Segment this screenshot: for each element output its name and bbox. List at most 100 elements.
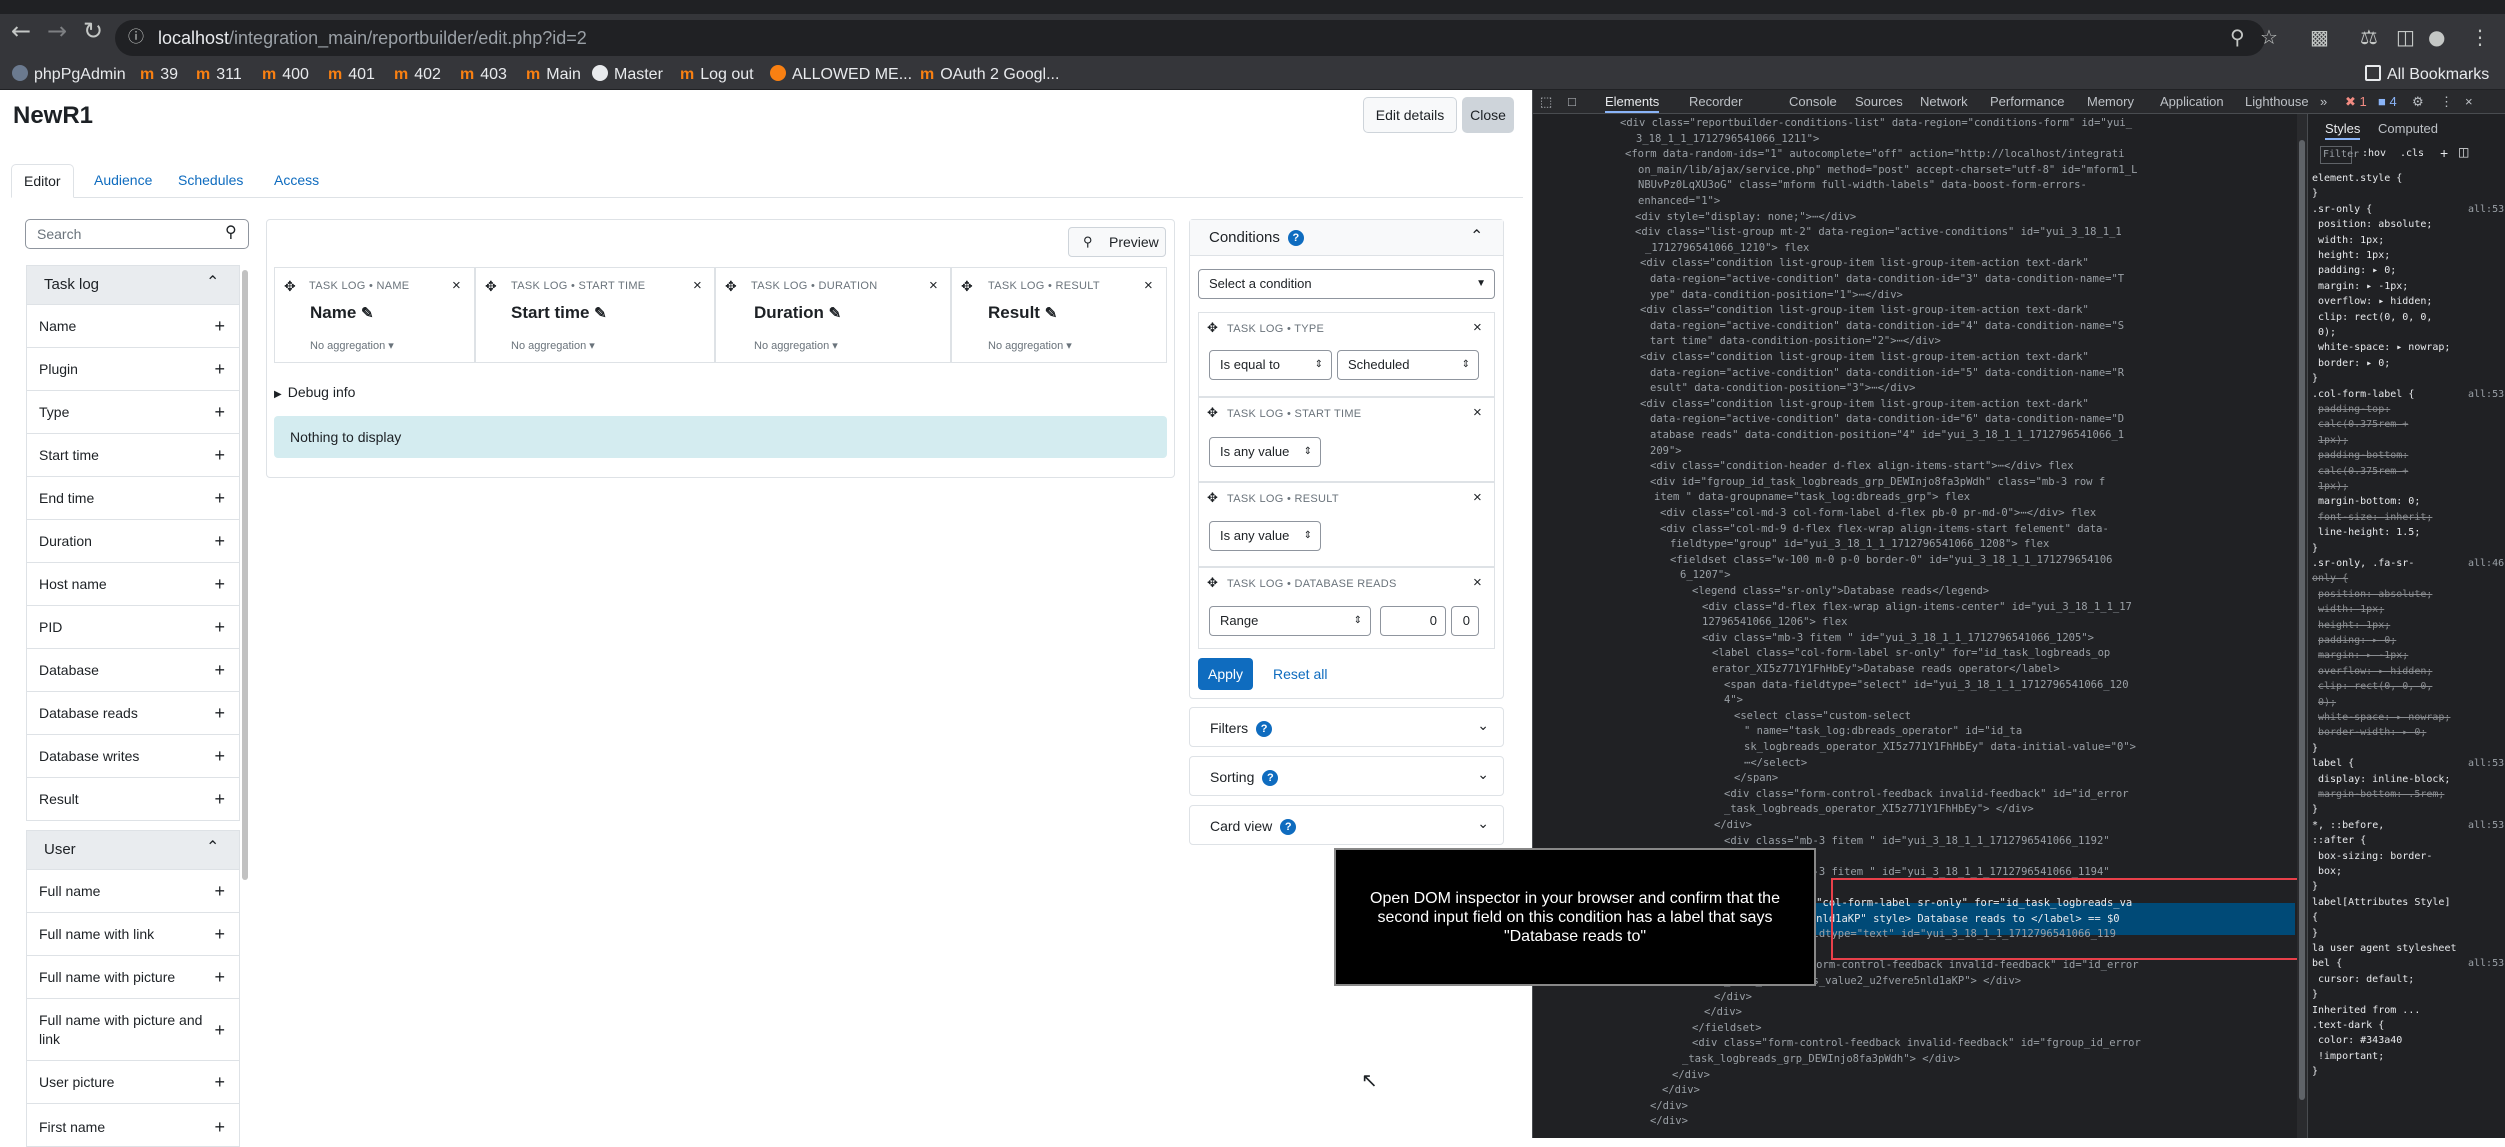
database-reads-from-input[interactable]: 0 xyxy=(1380,606,1446,636)
move-icon[interactable]: ✥ xyxy=(1207,405,1218,421)
column-title[interactable]: Duration ✎ xyxy=(754,303,841,323)
reset-all-link[interactable]: Reset all xyxy=(1273,665,1327,683)
dom-tree-line[interactable]: 3_18_1_1_1712796541066_1211"> xyxy=(1636,132,1819,147)
style-rule-line[interactable]: padding-bottom: xyxy=(2318,449,2408,463)
style-rule-line[interactable]: width: 1px; xyxy=(2318,603,2384,617)
elements-scrollbar-thumb[interactable] xyxy=(2299,140,2305,1100)
dom-tree-line[interactable]: <div class="form-control-feedback invali… xyxy=(1692,1036,2141,1051)
dom-tree-line[interactable]: on_main/lib/ajax/service.php" method="po… xyxy=(1638,163,2137,178)
style-rule-line[interactable]: label[Attributes Style] xyxy=(2312,896,2450,910)
style-rule-line[interactable]: label { xyxy=(2312,757,2354,771)
style-source-link[interactable]: all:46 xyxy=(2468,557,2504,571)
plus-icon[interactable]: + xyxy=(214,790,225,808)
styles-tab[interactable]: Styles xyxy=(2325,118,2361,140)
close-icon[interactable]: × xyxy=(1473,319,1482,336)
dom-tree-line[interactable]: esult" data-condition-position="3">⋯</di… xyxy=(1650,381,1916,396)
condition-operator-select[interactable]: Is any value ⇕ xyxy=(1209,437,1321,467)
aggregation-select[interactable]: No aggregation ▾ xyxy=(988,339,1072,352)
dom-tree-line[interactable]: <div class="col-md-3 col-form-label d-fl… xyxy=(1660,506,2096,521)
bookmark-phppgadmin[interactable]: phpPgAdmin xyxy=(12,60,126,90)
style-rule-line[interactable]: position: absolute; xyxy=(2318,218,2432,232)
devtools-tab-lighthouse[interactable]: Lighthouse xyxy=(2245,91,2309,113)
dom-tree-line[interactable]: <label class="col-form-label sr-only" fo… xyxy=(1712,646,2110,661)
condition-operator-select[interactable]: Is any value ⇕ xyxy=(1209,521,1321,551)
style-rule-line[interactable]: .text-dark { xyxy=(2312,1019,2384,1033)
style-rule-line[interactable]: ::after { xyxy=(2312,834,2366,848)
tab-audience[interactable]: Audience xyxy=(82,164,164,198)
style-rule-line[interactable]: calc(0.375rem + xyxy=(2318,418,2408,432)
sidebar-item-database[interactable]: Database + xyxy=(26,649,240,692)
dom-tree-line[interactable]: <div style="display: none;">⋯</div> xyxy=(1635,210,1856,225)
database-reads-to-input[interactable]: 0 xyxy=(1451,606,1479,636)
style-rule-line[interactable]: margin-bottom: .5rem; xyxy=(2318,788,2444,802)
column-title[interactable]: Name ✎ xyxy=(310,303,374,323)
plus-icon[interactable]: + xyxy=(214,925,225,943)
chevron-up-icon[interactable]: ⌃ xyxy=(1470,226,1483,246)
error-count-badge[interactable]: ✖ 1 xyxy=(2345,91,2367,113)
style-rule-line[interactable]: padding-top: xyxy=(2318,403,2390,417)
dom-tree-line[interactable]: <div class="mb-3 fitem " id="yui_3_18_1_… xyxy=(1702,631,2094,646)
sidebar-item-full-name-link[interactable]: Full name with link + xyxy=(26,913,240,956)
url-text[interactable]: localhost/integration_main/reportbuilder… xyxy=(158,24,587,52)
dom-tree-line[interactable]: 12796541066_1206"> flex xyxy=(1702,615,1847,630)
style-rule-line[interactable]: overflow: ▸ hidden; xyxy=(2318,665,2432,679)
chevron-up-icon[interactable]: ⌃ xyxy=(206,838,219,858)
extensions-icon[interactable]: ▩ xyxy=(2310,22,2329,52)
style-rule-line[interactable]: box-sizing: border- xyxy=(2318,850,2432,864)
filters-accordion[interactable]: Filters? ⌄ xyxy=(1189,707,1504,747)
dom-tree-line[interactable]: sk_logbreads_operator_XI5z771Y1FhHbEy" d… xyxy=(1744,740,2136,755)
style-rule-line[interactable]: overflow: ▸ hidden; xyxy=(2318,295,2432,309)
sidebar-item-database-reads[interactable]: Database reads + xyxy=(26,692,240,735)
more-tabs-icon[interactable]: » xyxy=(2320,91,2327,113)
computed-tab[interactable]: Computed xyxy=(2378,118,2438,140)
bookmark-logout[interactable]: m Log out xyxy=(680,60,754,90)
move-icon[interactable]: ✥ xyxy=(1207,490,1218,506)
style-source-link[interactable]: all:53 xyxy=(2468,957,2504,971)
condition-operator-select[interactable]: Range ⇕ xyxy=(1209,606,1371,636)
style-source-link[interactable]: all:53 xyxy=(2468,819,2504,833)
dom-tree-line[interactable]: <fieldset class="w-100 m-0 p-0 border-0"… xyxy=(1670,553,2113,568)
style-rule-line[interactable]: cursor: default; xyxy=(2318,973,2414,987)
style-rule-line[interactable]: } xyxy=(2312,803,2318,817)
dom-tree-line[interactable]: ⋯</select> xyxy=(1744,756,1807,771)
dom-tree-line[interactable]: <div class="condition list-group-item li… xyxy=(1640,350,2089,365)
style-rule-line[interactable]: color: #343a40 xyxy=(2318,1034,2402,1048)
dom-tree-line[interactable]: <form data-random-ids="1" autocomplete="… xyxy=(1625,147,2124,162)
style-rule-line[interactable]: only { xyxy=(2312,572,2348,586)
dom-tree-line[interactable]: </fieldset> xyxy=(1692,1021,1762,1036)
reload-icon[interactable]: ↻ xyxy=(78,16,108,46)
profile-icon[interactable]: ● xyxy=(2428,22,2445,52)
condition-select[interactable]: Select a condition ▼ xyxy=(1198,269,1495,299)
forward-icon[interactable]: → xyxy=(42,16,72,46)
sidebar-item-user-picture[interactable]: User picture + xyxy=(26,1061,240,1104)
help-icon[interactable]: ? xyxy=(1262,770,1279,786)
side-panel-icon[interactable]: ◫ xyxy=(2396,22,2415,52)
style-rule-line[interactable]: } xyxy=(2312,880,2318,894)
device-toolbar-icon[interactable]: □ xyxy=(1568,91,1576,113)
edit-details-button[interactable]: Edit details xyxy=(1363,97,1457,133)
dom-tree-line[interactable]: data-region="active-condition" data-cond… xyxy=(1650,319,2124,334)
style-rule-line[interactable]: border-width: ▸ 0; xyxy=(2318,726,2426,740)
debug-info-toggle[interactable]: ▶ Debug info xyxy=(274,383,355,404)
sidebar-item-host-name[interactable]: Host name + xyxy=(26,563,240,606)
dom-tree-line[interactable]: <div class="mb-3 fitem " id="yui_3_18_1_… xyxy=(1724,834,2110,849)
style-rule-line[interactable]: } xyxy=(2312,1065,2318,1079)
dom-tree-line[interactable]: ype" data-condition-position="1">⋯</div> xyxy=(1650,288,1903,303)
aggregation-select[interactable]: No aggregation ▾ xyxy=(754,339,838,352)
style-rule-line[interactable]: 0); xyxy=(2318,696,2336,710)
sidebar-item-pid[interactable]: PID + xyxy=(26,606,240,649)
add-rule-icon[interactable]: + xyxy=(2440,145,2448,161)
plus-icon[interactable]: + xyxy=(214,575,225,593)
style-rule-line[interactable]: margin: ▸ -1px; xyxy=(2318,649,2408,663)
pencil-icon[interactable]: ✎ xyxy=(1045,305,1058,322)
bookmark-311[interactable]: m 311 xyxy=(196,60,242,90)
menu-icon[interactable]: ⋮ xyxy=(2470,22,2490,52)
style-rule-line[interactable]: *, ::before, xyxy=(2312,819,2384,833)
bookmark-39[interactable]: m 39 xyxy=(140,60,178,90)
dom-tree-line[interactable]: atabase reads" data-condition-position="… xyxy=(1650,428,2124,443)
plus-icon[interactable]: + xyxy=(214,1118,225,1136)
dom-tree-line[interactable]: </div> xyxy=(1714,818,1752,833)
dom-tree-line[interactable]: <span data-fieldtype="select" id="yui_3_… xyxy=(1724,678,2129,693)
column-title[interactable]: Result ✎ xyxy=(988,303,1057,323)
tab-access[interactable]: Access xyxy=(262,164,331,198)
